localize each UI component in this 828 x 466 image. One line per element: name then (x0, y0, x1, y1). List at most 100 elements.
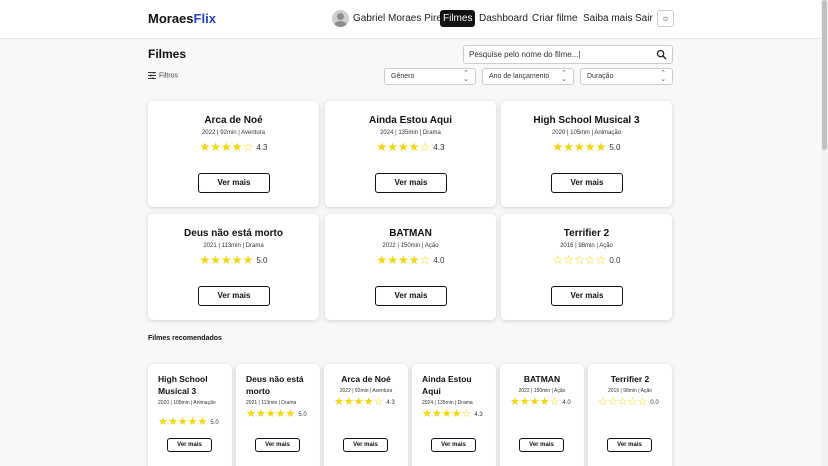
recommended-movie-score: 4.0 (562, 400, 571, 406)
movie-title: Arca de Noé (204, 115, 263, 126)
ver-mais-button[interactable]: Ver mais (375, 173, 447, 193)
recommended-movie-title: Ainda Estou Aqui (422, 374, 472, 396)
recommended-card: Deus não está morto 2021 | 113min | Dram… (236, 364, 320, 466)
scrollbar-thumb[interactable] (822, 0, 827, 150)
recommended-movie-title: Arca de Noé (341, 374, 391, 384)
year-select[interactable]: Ano de lançamento ⌃ ⌄ (482, 68, 574, 85)
user-name: Gabriel Moraes Pires (353, 13, 447, 24)
genre-select-value: Gênero (391, 73, 415, 80)
search-box (463, 45, 673, 64)
nav-link-saiba-mais[interactable]: Saiba mais (583, 13, 632, 24)
recommended-movie-title: Terrifier 2 (610, 374, 650, 384)
movie-rating: ★★★★★ 5.0 (148, 253, 319, 267)
ver-mais-button[interactable]: Ver mais (375, 286, 447, 306)
search-icon[interactable] (656, 49, 667, 60)
chevron-updown-icon: ⌃ ⌄ (660, 70, 666, 83)
recommended-card: Terrifier 2 2016 | 98min | Ação ☆☆☆☆☆ 0.0… (588, 364, 672, 466)
star-rating-icons: ★★★★☆ (199, 140, 254, 154)
recommended-movie-score: 5.0 (298, 412, 307, 418)
ver-mais-button[interactable]: Ver mais (255, 438, 300, 452)
recommended-movie-score: 4.3 (474, 412, 483, 418)
recommended-movie-title: BATMAN (523, 374, 561, 384)
brand-logo[interactable]: MoraesFlix (148, 11, 216, 26)
year-select-value: Ano de lançamento (489, 73, 550, 80)
star-rating-icons: ★★★★★ (552, 140, 607, 154)
movie-card: High School Musical 3 2020 | 105min | An… (501, 101, 672, 207)
recommended-title: Filmes recomendados (148, 335, 222, 342)
movie-score: 5.0 (609, 143, 621, 152)
nav-link-sair[interactable]: Sair (635, 13, 653, 24)
star-rating-icons: ★★★★★ (199, 253, 254, 267)
ver-mais-button[interactable]: Ver mais (198, 173, 270, 193)
scrollbar[interactable] (821, 0, 828, 466)
movie-score: 4.0 (433, 256, 445, 265)
movie-score: 4.3 (256, 143, 268, 152)
recommended-card: Ainda Estou Aqui 2024 | 135min | Drama ★… (412, 364, 496, 466)
movie-score: 0.0 (609, 256, 621, 265)
brand-accent: Flix (193, 11, 216, 26)
filters-toggle[interactable]: Filtros (148, 72, 178, 79)
recommended-card: High School Musical 3 2020 | 105min | An… (148, 364, 232, 466)
ver-mais-button[interactable]: Ver mais (198, 286, 270, 306)
star-rating-icons: ★★★★☆ (376, 140, 431, 154)
ver-mais-button[interactable]: Ver mais (167, 438, 212, 452)
movie-title: High School Musical 3 (533, 115, 640, 126)
movie-score: 5.0 (256, 256, 268, 265)
chevron-updown-icon: ⌃ ⌄ (561, 70, 567, 83)
recommended-movie-meta: 2022 | 150min | Ação (518, 388, 566, 394)
search-input[interactable] (469, 48, 649, 61)
theme-toggle-button[interactable]: ☼ (657, 10, 674, 27)
recommended-movie-title: Deus não está morto (246, 374, 304, 396)
genre-select[interactable]: Gênero ⌃ ⌄ (384, 68, 476, 85)
movie-card: Arca de Noé 2022 | 92min | Aventura ★★★★… (148, 101, 319, 207)
recommended-movie-meta: 2020 | 105min | Animação (158, 400, 216, 406)
page-title: Filmes (148, 47, 187, 61)
movie-rating: ★★★★☆ 4.0 (325, 253, 496, 267)
movie-title: BATMAN (389, 228, 432, 239)
recommended-movie-meta: 2021 | 113min | Drama (246, 400, 297, 406)
star-rating-icons: ★★★★★ (158, 416, 208, 428)
movie-title: Deus não está morto (184, 228, 283, 239)
nav-link-criar-filme[interactable]: Criar filme (532, 13, 578, 24)
movie-rating: ★★★★☆ 4.3 (148, 140, 319, 154)
star-rating-icons: ★★★★☆ (334, 396, 384, 408)
ver-mais-button[interactable]: Ver mais (607, 438, 652, 452)
avatar[interactable] (332, 10, 349, 27)
nav-link-dashboard[interactable]: Dashboard (479, 13, 528, 24)
recommended-movie-rating: ★★★★★ 5.0 (158, 415, 219, 428)
ver-mais-button[interactable]: Ver mais (551, 286, 623, 306)
navbar: MoraesFlix Gabriel Moraes Pires Filmes D… (0, 0, 821, 39)
recommended-card: Arca de Noé 2022 | 92min | Aventura ★★★★… (324, 364, 408, 466)
movie-meta: 2016 | 98min | Ação (560, 243, 613, 249)
recommended-movie-rating: ★★★★☆ 4.0 (510, 395, 571, 408)
movie-rating: ★★★★☆ 4.3 (325, 140, 496, 154)
movie-rating: ☆☆☆☆☆ 0.0 (501, 253, 672, 267)
nav-link-filmes[interactable]: Filmes (440, 10, 476, 27)
ver-mais-button[interactable]: Ver mais (343, 438, 388, 452)
duration-select[interactable]: Duração ⌃ ⌄ (580, 68, 673, 85)
star-rating-icons: ☆☆☆☆☆ (598, 396, 648, 408)
recommended-movie-meta: 2022 | 92min | Aventura (339, 388, 393, 394)
recommended-movie-title: High School Musical 3 (158, 374, 208, 396)
sun-icon: ☼ (661, 13, 670, 23)
recommended-movie-rating: ★★★★★ 5.0 (246, 407, 307, 420)
movie-card: Ainda Estou Aqui 2024 | 135min | Drama ★… (325, 101, 496, 207)
movie-score: 4.3 (433, 143, 445, 152)
recommended-movie-rating: ☆☆☆☆☆ 0.0 (598, 395, 659, 408)
recommended-card: BATMAN 2022 | 150min | Ação ★★★★☆ 4.0 Ver… (500, 364, 584, 466)
star-rating-icons: ☆☆☆☆☆ (552, 253, 607, 267)
recommended-movie-meta: 2016 | 98min | Ação (607, 388, 653, 394)
ver-mais-button[interactable]: Ver mais (431, 438, 476, 452)
movie-meta: 2022 | 92min | Aventura (201, 130, 266, 136)
ver-mais-button[interactable]: Ver mais (519, 438, 564, 452)
movie-meta: 2021 | 113min | Drama (203, 243, 264, 249)
recommended-movie-meta: 2024 | 135min | Drama (422, 400, 473, 406)
ver-mais-button[interactable]: Ver mais (551, 173, 623, 193)
recommended-movie-score: 4.3 (386, 400, 395, 406)
movie-meta: 2020 | 105min | Animação (551, 130, 622, 136)
filter-icon (148, 72, 156, 79)
movie-meta: 2022 | 150min | Ação (382, 243, 439, 249)
star-rating-icons: ★★★★☆ (422, 408, 472, 420)
brand-main: Moraes (148, 11, 194, 26)
star-rating-icons: ★★★★☆ (376, 253, 431, 267)
